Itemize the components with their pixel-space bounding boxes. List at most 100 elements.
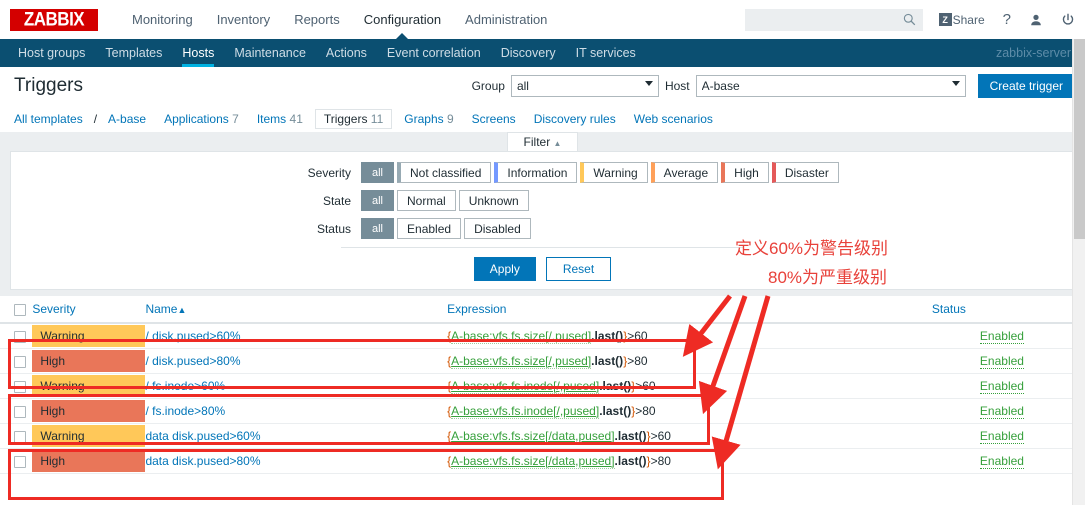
menu-item-inventory[interactable]: Inventory bbox=[205, 0, 282, 39]
expression-item-key[interactable]: A-base:vfs.fs.size[/data,pused] bbox=[451, 429, 615, 444]
status-link[interactable]: Enabled bbox=[979, 329, 1024, 344]
expression-item-key[interactable]: A-base:vfs.fs.inode[/,pused] bbox=[451, 379, 600, 394]
status-option-enabled[interactable]: Enabled bbox=[397, 218, 462, 239]
state-option-all[interactable]: all bbox=[361, 190, 395, 211]
user-icon[interactable] bbox=[1029, 13, 1043, 27]
subnav-item-hosts[interactable]: Hosts bbox=[172, 39, 224, 67]
expression-item-key[interactable]: A-base:vfs.fs.size[/,pused] bbox=[451, 329, 592, 344]
help-icon[interactable]: ? bbox=[1003, 11, 1011, 28]
subnav-item-host-groups[interactable]: Host groups bbox=[8, 39, 95, 67]
breadcrumb-template[interactable]: A-base bbox=[99, 109, 155, 129]
trigger-name-link[interactable]: data disk.pused>80% bbox=[145, 454, 260, 468]
severity-option-warning[interactable]: Warning bbox=[580, 162, 648, 183]
state-option-normal[interactable]: Normal bbox=[397, 190, 456, 211]
table-row[interactable]: High / disk.pused>80% {A-base:vfs.fs.siz… bbox=[0, 348, 1072, 374]
breadcrumb-item-screens[interactable]: Screens bbox=[463, 109, 525, 129]
breadcrumb-all-templates[interactable]: All templates bbox=[14, 109, 92, 129]
menu-item-administration[interactable]: Administration bbox=[453, 0, 559, 39]
row-select-cell[interactable] bbox=[0, 348, 33, 374]
create-trigger-button[interactable]: Create trigger bbox=[977, 74, 1075, 98]
trigger-name-link[interactable]: / disk.pused>60% bbox=[145, 329, 240, 343]
subnav-item-event-correlation[interactable]: Event correlation bbox=[377, 39, 491, 67]
menu-item-configuration[interactable]: Configuration bbox=[352, 0, 453, 40]
severity-option-high[interactable]: High bbox=[721, 162, 769, 183]
share-button[interactable]: Z Share bbox=[938, 13, 985, 27]
page-scrollbar[interactable] bbox=[1072, 39, 1085, 505]
column-header-severity[interactable]: Severity bbox=[32, 296, 146, 324]
row-select-cell[interactable] bbox=[0, 373, 33, 399]
column-header-expression[interactable]: Expression bbox=[447, 296, 932, 324]
status-link[interactable]: Enabled bbox=[979, 404, 1024, 419]
expression-item-key[interactable]: A-base:vfs.fs.inode[/,pused] bbox=[451, 404, 600, 419]
trigger-name-link[interactable]: / fs.inode>60% bbox=[145, 379, 225, 393]
menu-item-reports[interactable]: Reports bbox=[282, 0, 352, 39]
column-header-status[interactable]: Status bbox=[931, 296, 1072, 324]
name-cell: data disk.pused>80% bbox=[145, 448, 448, 474]
trigger-name-link[interactable]: / disk.pused>80% bbox=[145, 354, 240, 368]
apply-button[interactable]: Apply bbox=[473, 257, 536, 281]
row-checkbox[interactable] bbox=[14, 430, 26, 443]
global-search[interactable] bbox=[744, 8, 923, 31]
row-checkbox[interactable] bbox=[14, 455, 26, 468]
subnav-item-discovery[interactable]: Discovery bbox=[491, 39, 566, 67]
breadcrumb-item-graphs[interactable]: Graphs 9 bbox=[395, 109, 462, 129]
host-select[interactable]: A-base bbox=[695, 75, 966, 97]
breadcrumb-item-applications[interactable]: Applications 7 bbox=[155, 109, 248, 129]
search-input[interactable] bbox=[744, 9, 895, 30]
subnav-item-templates[interactable]: Templates bbox=[95, 39, 172, 67]
power-icon[interactable] bbox=[1061, 13, 1075, 27]
host-select-wrapper[interactable]: A-base bbox=[695, 75, 966, 97]
row-checkbox[interactable] bbox=[14, 355, 26, 368]
status-link[interactable]: Enabled bbox=[979, 454, 1024, 469]
row-select-cell[interactable] bbox=[0, 323, 33, 349]
subnav-item-actions[interactable]: Actions bbox=[316, 39, 377, 67]
table-row[interactable]: Warning / fs.inode>60% {A-base:vfs.fs.in… bbox=[0, 373, 1072, 399]
row-select-cell[interactable] bbox=[0, 423, 33, 449]
table-row[interactable]: High / fs.inode>80% {A-base:vfs.fs.inode… bbox=[0, 398, 1072, 424]
trigger-name-link[interactable]: / fs.inode>80% bbox=[145, 404, 225, 418]
row-checkbox[interactable] bbox=[14, 405, 26, 418]
subnav-item-it-services[interactable]: IT services bbox=[566, 39, 646, 67]
status-link[interactable]: Enabled bbox=[979, 354, 1024, 369]
subnav-item-maintenance[interactable]: Maintenance bbox=[224, 39, 316, 67]
status-option-all[interactable]: all bbox=[361, 218, 395, 239]
status-link[interactable]: Enabled bbox=[979, 429, 1024, 444]
severity-option-average[interactable]: Average bbox=[650, 162, 719, 183]
reset-button[interactable]: Reset bbox=[545, 257, 612, 281]
state-option-unknown[interactable]: Unknown bbox=[458, 190, 529, 211]
table-row[interactable]: High data disk.pused>80% {A-base:vfs.fs.… bbox=[0, 448, 1072, 474]
status-link[interactable]: Enabled bbox=[979, 379, 1024, 394]
severity-option-all[interactable]: all bbox=[361, 162, 395, 183]
column-header-name[interactable]: Name▲ bbox=[145, 296, 448, 324]
menu-item-monitoring[interactable]: Monitoring bbox=[120, 0, 205, 39]
breadcrumb-item-web-scenarios[interactable]: Web scenarios bbox=[625, 109, 722, 129]
zabbix-logo[interactable]: ZABBIX bbox=[10, 8, 98, 31]
row-checkbox[interactable] bbox=[14, 330, 26, 343]
scrollbar-thumb[interactable] bbox=[1074, 39, 1085, 239]
select-all-header[interactable] bbox=[0, 296, 33, 324]
select-all-checkbox[interactable] bbox=[14, 303, 26, 316]
breadcrumb-item-discovery-rules[interactable]: Discovery rules bbox=[525, 109, 625, 129]
expression-cell: {A-base:vfs.fs.size[/,pused].last()}>80 bbox=[447, 348, 932, 374]
table-row[interactable]: Warning data disk.pused>60% {A-base:vfs.… bbox=[0, 423, 1072, 449]
trigger-name-link[interactable]: data disk.pused>60% bbox=[145, 429, 260, 443]
severity-option-information[interactable]: Information bbox=[494, 162, 578, 183]
expression-item-key[interactable]: A-base:vfs.fs.size[/,pused] bbox=[451, 354, 592, 369]
severity-option-not-classified[interactable]: Not classified bbox=[397, 162, 492, 183]
row-checkbox[interactable] bbox=[14, 380, 26, 393]
row-select-cell[interactable] bbox=[0, 398, 33, 424]
status-option-disabled[interactable]: Disabled bbox=[464, 218, 531, 239]
group-select-wrapper[interactable]: all bbox=[510, 75, 659, 97]
table-row[interactable]: Warning / disk.pused>60% {A-base:vfs.fs.… bbox=[0, 323, 1072, 349]
breadcrumb-item-triggers[interactable]: Triggers 11 bbox=[314, 108, 393, 129]
expression-function: .last() bbox=[591, 329, 624, 343]
filter-panel: Severity all Not classified Information … bbox=[10, 151, 1075, 290]
expression-function: .last() bbox=[599, 379, 632, 393]
help-icon-glyph: ? bbox=[1002, 11, 1011, 28]
group-select[interactable]: all bbox=[510, 75, 659, 97]
row-select-cell[interactable] bbox=[0, 448, 33, 474]
breadcrumb-item-items[interactable]: Items 41 bbox=[248, 109, 312, 129]
filter-tab[interactable]: Filter ▲ bbox=[506, 132, 579, 151]
severity-option-disaster[interactable]: Disaster bbox=[771, 162, 839, 183]
expression-item-key[interactable]: A-base:vfs.fs.size[/data,pused] bbox=[451, 454, 615, 469]
